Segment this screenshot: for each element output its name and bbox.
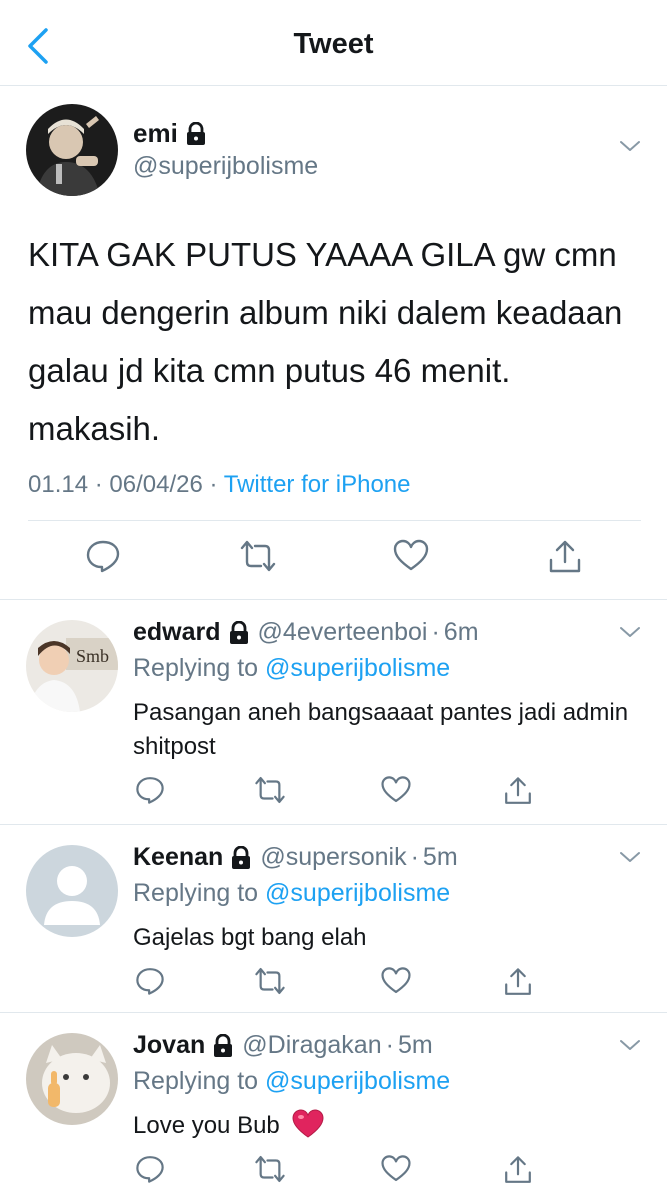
avatar[interactable] <box>26 104 118 196</box>
reply-author-name[interactable]: Keenan <box>133 843 223 872</box>
reply-icon[interactable] <box>134 1153 166 1185</box>
default-avatar[interactable] <box>26 845 118 937</box>
retweet-icon[interactable] <box>253 1153 287 1185</box>
mention-link[interactable]: @superijbolisme <box>265 654 450 682</box>
lock-icon <box>186 121 205 145</box>
replying-to: Replying to @superijbolisme <box>133 654 450 683</box>
share-icon[interactable] <box>502 1153 534 1187</box>
retweet-icon[interactable] <box>253 774 287 806</box>
reply-time: 5m <box>397 1031 433 1059</box>
page-title: Tweet <box>293 28 374 60</box>
svg-text:Smb: Smb <box>76 646 109 666</box>
chevron-down-icon[interactable] <box>618 849 642 865</box>
separator: · <box>410 843 419 871</box>
tweet-source-link[interactable]: Twitter for iPhone <box>224 471 411 498</box>
reply-icon[interactable] <box>134 774 166 806</box>
lock-icon <box>232 845 251 869</box>
red-heart-emoji-icon <box>292 1109 324 1138</box>
avatar[interactable] <box>26 1033 118 1125</box>
like-icon[interactable] <box>380 774 412 806</box>
author-line: emi <box>133 118 207 149</box>
like-icon[interactable] <box>392 538 430 574</box>
reply-actions <box>0 965 667 1005</box>
main-tweet: emi @superijbolisme KITA GAK PUTUS YAAAA… <box>0 86 667 600</box>
reply-actions <box>0 1153 667 1193</box>
reply-header: edward @4everteenboi · 6m <box>133 618 479 647</box>
separator: · <box>431 618 440 646</box>
reply-time: 6m <box>443 618 479 646</box>
reply-icon[interactable] <box>134 965 166 997</box>
replying-label: Replying to <box>133 879 259 907</box>
reply-author-name[interactable]: edward <box>133 618 221 647</box>
tweet-meta: 01.14 · 06/04/26 · Twitter for iPhone <box>28 471 410 499</box>
tweet-text: KITA GAK PUTUS YAAAA GILA gw cmn mau den… <box>28 236 623 447</box>
reply-author-name[interactable]: Jovan <box>133 1031 205 1060</box>
mention-link[interactable]: @superijbolisme <box>265 1067 450 1095</box>
reply-text: Pasangan aneh bangsaaaat pantes jadi adm… <box>133 699 629 760</box>
reply-tweet[interactable]: Keenan @supersonik · 5m Replying to @sup… <box>0 825 667 1013</box>
top-bar: Tweet <box>0 0 667 86</box>
reply-header: Keenan @supersonik · 5m <box>133 843 458 872</box>
reply-tweet[interactable]: Smb edward @4everteenboi · 6m Replying t… <box>0 600 667 825</box>
lock-icon <box>214 1033 233 1057</box>
reply-author-handle[interactable]: @Diragakan <box>242 1031 381 1060</box>
avatar[interactable]: Smb <box>26 620 118 712</box>
replying-label: Replying to <box>133 654 259 682</box>
chevron-down-icon[interactable] <box>618 1037 642 1053</box>
share-icon[interactable] <box>502 965 534 999</box>
reply-time: 5m <box>422 843 458 871</box>
separator: · <box>385 1031 394 1059</box>
retweet-icon[interactable] <box>238 538 278 574</box>
reply-actions <box>0 774 667 814</box>
reply-header: Jovan @Diragakan · 5m <box>133 1031 433 1060</box>
reply-icon[interactable] <box>84 538 122 574</box>
retweet-icon[interactable] <box>253 965 287 997</box>
reply-text: Gajelas bgt bang elah <box>133 924 367 951</box>
like-icon[interactable] <box>380 965 412 997</box>
chevron-down-icon[interactable] <box>618 624 642 640</box>
like-icon[interactable] <box>380 1153 412 1185</box>
replying-to: Replying to @superijbolisme <box>133 1067 450 1096</box>
lock-icon <box>229 620 248 644</box>
reply-tweet[interactable]: Jovan @Diragakan · 5m Replying to @super… <box>0 1013 667 1200</box>
reply-text: Love you Bub <box>133 1109 633 1143</box>
mention-link[interactable]: @superijbolisme <box>265 879 450 907</box>
author-handle[interactable]: @superijbolisme <box>133 152 318 181</box>
tweet-date: 06/04/26 <box>109 471 203 498</box>
tweet-time: 01.14 <box>28 471 89 498</box>
divider <box>28 520 641 521</box>
author-name[interactable]: emi <box>133 118 178 149</box>
share-icon[interactable] <box>502 774 534 808</box>
reply-author-handle[interactable]: @4everteenboi <box>258 618 428 647</box>
chevron-down-icon[interactable] <box>618 138 642 154</box>
replying-label: Replying to <box>133 1067 259 1095</box>
tweet-actions <box>0 538 667 588</box>
replying-to: Replying to @superijbolisme <box>133 879 450 908</box>
share-icon[interactable] <box>546 538 584 576</box>
separator: · <box>94 471 103 498</box>
separator: · <box>209 471 218 498</box>
reply-text-content: Love you Bub <box>133 1112 280 1139</box>
reply-author-handle[interactable]: @supersonik <box>260 843 406 872</box>
